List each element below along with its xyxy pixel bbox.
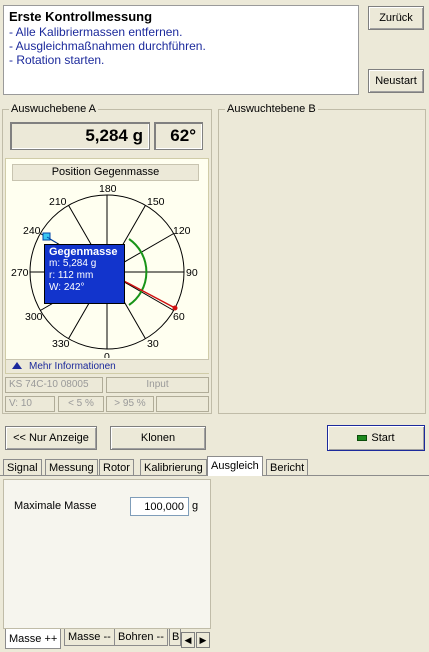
dial-label: 180 [99,183,117,195]
tab-rotor[interactable]: Rotor [99,459,134,475]
more-info-label: Mehr Informationen [29,361,116,372]
more-info-toggle[interactable]: Mehr Informationen [6,359,209,373]
max-mass-input[interactable] [130,497,189,516]
counter-mass-marker [42,232,51,241]
instruction-line: - Alle Kalibriermassen entfernen. [9,25,183,39]
instruction-line: - Rotation starten. [9,53,105,67]
dial-label: 90 [186,267,198,279]
dial-label: 150 [147,196,165,208]
tab-kalibrierung[interactable]: Kalibrierung [140,459,207,475]
instruction-box: Erste Kontrollmessung - Alle Kalibrierma… [3,5,359,95]
dial-label: 30 [147,338,159,350]
v-cell: V: 10 [5,396,55,412]
dial-label: 240 [23,225,41,237]
max-mass-label: Maximale Masse [14,500,97,512]
tab-signal[interactable]: Signal [3,459,42,475]
display-only-button[interactable]: << Nur Anzeige [5,426,97,450]
dial-label: 210 [49,196,67,208]
tab-ausgleich[interactable]: Ausgleich [207,456,263,476]
tab-bohren-minus[interactable]: Bohren -- [114,629,168,646]
tab-masse-plus[interactable]: Masse ++ [5,629,62,649]
dial-label: 60 [173,311,185,323]
clone-button[interactable]: Klonen [110,426,206,450]
max-mass-unit: g [192,500,199,512]
plane-b-group: Auswuchtebene B [218,103,426,414]
dial-label: 270 [11,267,29,279]
start-button[interactable]: Start [327,425,425,451]
instruction-title: Erste Kontrollmessung [9,9,153,24]
dial-label: 0 [104,351,110,358]
tab-masse-minus[interactable]: Masse -- [64,629,115,646]
dial-label: 120 [173,225,191,237]
scroll-left-button[interactable]: ◀ [181,632,195,648]
unbalance-point [172,305,178,311]
tab-messung[interactable]: Messung [45,459,98,475]
plane-a-legend: Auswuchebene A [11,103,97,115]
tab-overflow[interactable]: B [169,629,181,646]
info-title: Gegenmasse [49,246,118,258]
led-icon [357,435,368,441]
sensor-cell: KS 74C-10 08005 [5,377,103,393]
info-radius: r: 112 mm [49,270,94,281]
empty-cell [156,396,209,412]
back-button[interactable]: Zurück [368,6,424,30]
gt-cell: > 95 % [106,396,154,412]
info-angle: W: 242° [49,282,85,293]
arrow-right-icon: ▶ [199,634,207,645]
dial-label: 330 [52,338,70,350]
angle-readout: 62° [154,122,203,150]
info-mass: m: 5,284 g [49,258,97,269]
restart-button[interactable]: Neustart [368,69,424,93]
counter-mass-info: Gegenmasse m: 5,284 g r: 112 mm W: 242° [44,244,125,304]
position-label: Position Gegenmasse [12,164,199,181]
tab-bericht[interactable]: Bericht [266,459,309,475]
input-cell: Input [106,377,209,393]
start-label: Start [371,432,395,444]
arrow-left-icon: ◀ [184,634,192,645]
triangle-up-icon [12,362,22,369]
scroll-right-button[interactable]: ▶ [196,632,210,648]
dial-label: 300 [25,311,43,323]
instruction-line: - Ausgleichmaßnahmen durchführen. [9,39,206,53]
lt-cell: < 5 % [58,396,104,412]
mass-readout: 5,284 g [10,122,150,150]
plane-b-legend: Auswuchtebene B [227,103,316,115]
